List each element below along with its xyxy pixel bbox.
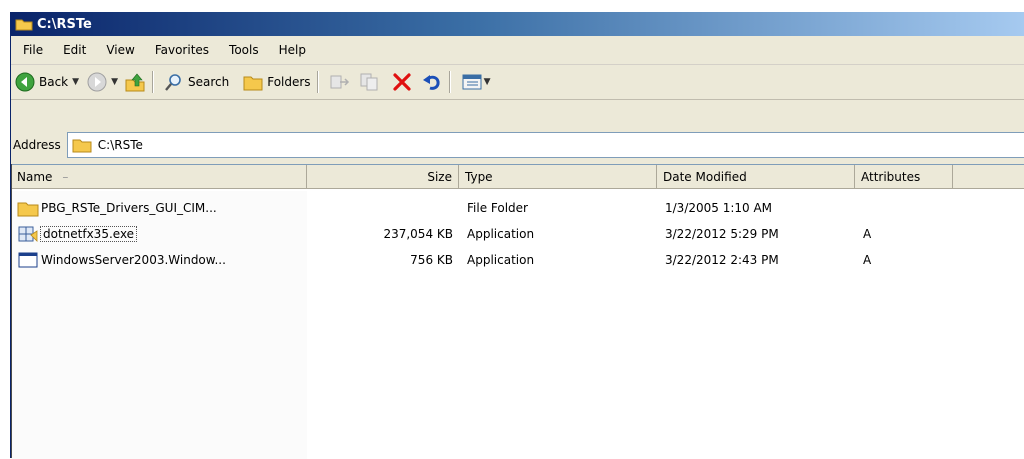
toolbar-separator xyxy=(151,71,154,93)
menu-view[interactable]: View xyxy=(104,41,136,59)
file-attributes: A xyxy=(863,253,872,267)
file-type: Application xyxy=(467,253,535,267)
search-button[interactable]: Search xyxy=(164,72,229,92)
views-icon xyxy=(462,74,482,90)
address-bar: Address C:\RSTe xyxy=(11,130,1024,160)
file-name: WindowsServer2003.Window... xyxy=(41,253,226,267)
folders-button[interactable]: Folders xyxy=(243,73,311,91)
column-header-size[interactable]: Size xyxy=(307,165,459,189)
column-header-attributes[interactable]: Attributes xyxy=(855,165,953,189)
folder-icon xyxy=(15,19,33,31)
chevron-down-icon[interactable]: ▼ xyxy=(111,77,118,87)
table-row[interactable]: PBG_RSTe_Drivers_GUI_CIM... File Folder … xyxy=(11,195,1024,221)
address-input[interactable]: C:\RSTe xyxy=(66,132,1024,158)
column-attributes-label: Attributes xyxy=(861,169,921,184)
file-type: Application xyxy=(467,227,535,241)
chevron-down-icon[interactable]: ▼ xyxy=(72,77,79,87)
window-title: C:\RSTe xyxy=(37,16,92,32)
explorer-window: C:\RSTe File Edit View Favorites Tools H… xyxy=(10,12,1024,459)
toolbar-separator xyxy=(316,71,319,93)
toolbar: Back ▼ ▼ Search Folders ▼ xyxy=(11,65,1024,100)
chevron-down-icon[interactable]: ▼ xyxy=(484,77,491,87)
column-size-label: Size xyxy=(427,169,452,184)
file-list: Name – Size Type Date Modified Attribute… xyxy=(11,164,1024,459)
column-header-type[interactable]: Type xyxy=(459,165,657,189)
folders-label: Folders xyxy=(267,75,311,89)
menu-edit[interactable]: Edit xyxy=(61,41,88,59)
address-label: Address xyxy=(13,138,61,152)
folder-icon xyxy=(72,139,92,153)
column-header-row: Name – Size Type Date Modified Attribute… xyxy=(11,165,1024,191)
forward-arrow-icon xyxy=(87,72,107,92)
undo-button[interactable] xyxy=(421,71,443,93)
file-type: File Folder xyxy=(467,201,528,215)
copy-to-icon xyxy=(360,73,378,91)
move-to-button[interactable] xyxy=(329,72,351,92)
file-name-cell: PBG_RSTe_Drivers_GUI_CIM... xyxy=(11,199,307,217)
delete-icon xyxy=(392,73,411,91)
file-date: 3/22/2012 5:29 PM xyxy=(665,227,779,241)
move-to-icon xyxy=(330,75,349,89)
column-header-date[interactable]: Date Modified xyxy=(657,165,855,189)
window-left-border xyxy=(11,164,12,458)
file-name-cell: dotnetfx35.exe xyxy=(11,225,307,243)
search-label: Search xyxy=(187,75,230,89)
toolbar-separator xyxy=(448,71,451,93)
file-name: dotnetfx35.exe xyxy=(39,226,138,242)
search-icon xyxy=(165,74,181,91)
folder-icon xyxy=(243,76,263,91)
up-folder-icon xyxy=(125,73,145,92)
forward-button[interactable]: ▼ xyxy=(87,72,118,92)
menu-help[interactable]: Help xyxy=(277,41,308,59)
folder-icon xyxy=(17,202,39,217)
address-path: C:\RSTe xyxy=(97,138,143,152)
undo-icon xyxy=(422,75,440,90)
back-label: Back xyxy=(39,75,69,89)
column-header-empty xyxy=(953,165,1024,189)
column-header-name[interactable]: Name – xyxy=(11,165,307,189)
sort-indicator-icon: – xyxy=(62,169,69,184)
application-icon xyxy=(18,252,38,268)
delete-button[interactable] xyxy=(391,71,413,93)
file-size: 756 KB xyxy=(410,253,453,267)
views-button[interactable]: ▼ xyxy=(461,72,491,92)
menu-tools[interactable]: Tools xyxy=(227,41,261,59)
up-folder-button[interactable] xyxy=(124,72,146,92)
file-name: PBG_RSTe_Drivers_GUI_CIM... xyxy=(41,201,217,215)
copy-to-button[interactable] xyxy=(359,72,381,92)
menu-favorites[interactable]: Favorites xyxy=(153,41,211,59)
file-name-cell: WindowsServer2003.Window... xyxy=(11,251,307,269)
table-row[interactable]: WindowsServer2003.Window... 756 KB Appli… xyxy=(11,247,1024,273)
back-arrow-icon xyxy=(15,72,35,92)
file-attributes: A xyxy=(863,227,872,241)
installer-icon xyxy=(18,226,38,242)
menu-file[interactable]: File xyxy=(21,41,45,59)
column-type-label: Type xyxy=(465,169,493,184)
title-bar[interactable]: C:\RSTe xyxy=(11,12,1024,36)
back-button[interactable]: Back ▼ xyxy=(15,72,79,92)
column-name-label: Name xyxy=(17,169,53,184)
file-date: 1/3/2005 1:10 AM xyxy=(665,201,773,215)
column-date-label: Date Modified xyxy=(663,169,747,184)
menu-bar: File Edit View Favorites Tools Help xyxy=(11,36,1024,65)
file-date: 3/22/2012 2:43 PM xyxy=(665,253,779,267)
table-row[interactable]: dotnetfx35.exe 237,054 KB Application 3/… xyxy=(11,221,1024,247)
file-size: 237,054 KB xyxy=(383,227,453,241)
